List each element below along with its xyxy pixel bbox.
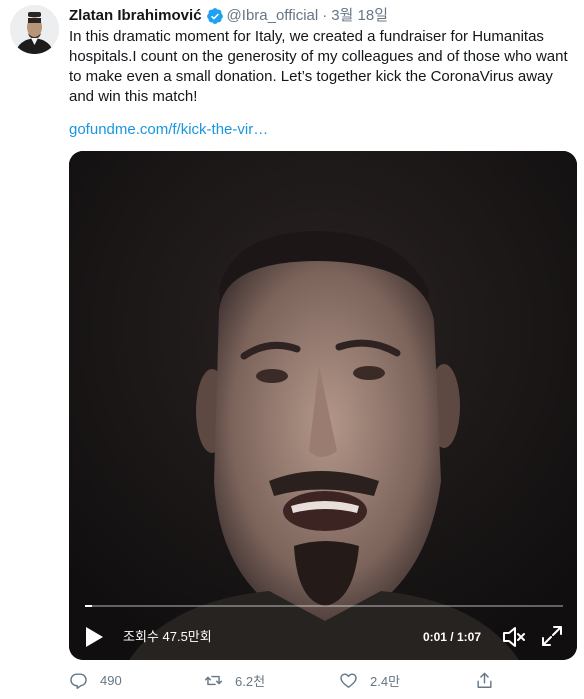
tweet-header: Zlatan Ibrahimović @Ibra_official · 3월 1… xyxy=(69,6,388,26)
tweet-actions: 490 6.2천 2.4만 xyxy=(69,670,569,690)
time-display: 0:01 / 1:07 xyxy=(422,630,481,644)
avatar[interactable] xyxy=(10,5,59,54)
reply-icon xyxy=(70,672,87,689)
heart-icon xyxy=(340,672,357,688)
tweet: Zlatan Ibrahimović @Ibra_official · 3월 1… xyxy=(0,0,584,699)
separator-dot: · xyxy=(322,7,328,24)
share-icon xyxy=(477,672,492,688)
video-progress-bar[interactable] xyxy=(85,605,563,607)
user-handle[interactable]: @Ibra_official xyxy=(227,6,319,26)
retweet-icon xyxy=(204,675,223,685)
fundraiser-link[interactable]: gofundme.com/f/kick-the-vir… xyxy=(69,120,268,140)
play-icon[interactable] xyxy=(83,625,105,649)
video-frame xyxy=(69,151,577,660)
reply-button[interactable]: 490 xyxy=(69,670,122,690)
display-name[interactable]: Zlatan Ibrahimović xyxy=(69,6,202,26)
retweet-button[interactable]: 6.2천 xyxy=(204,670,265,690)
reply-count: 490 xyxy=(100,672,122,688)
volume-muted-icon[interactable] xyxy=(501,625,527,649)
retweet-count: 6.2천 xyxy=(235,673,266,689)
video-progress-fill xyxy=(85,605,93,607)
like-button[interactable]: 2.4만 xyxy=(339,670,400,690)
share-button[interactable] xyxy=(475,670,506,690)
like-count: 2.4만 xyxy=(370,673,401,689)
video-player[interactable]: 조회수 47.5만회 0:01 / 1:07 xyxy=(69,151,577,660)
view-count: 조회수 47.5만회 xyxy=(123,629,212,644)
tweet-text: In this dramatic moment for Italy, we cr… xyxy=(69,28,568,105)
verified-badge-icon xyxy=(206,8,223,24)
fullscreen-icon[interactable] xyxy=(541,625,563,647)
tweet-date[interactable]: 3월 18일 xyxy=(331,6,388,26)
